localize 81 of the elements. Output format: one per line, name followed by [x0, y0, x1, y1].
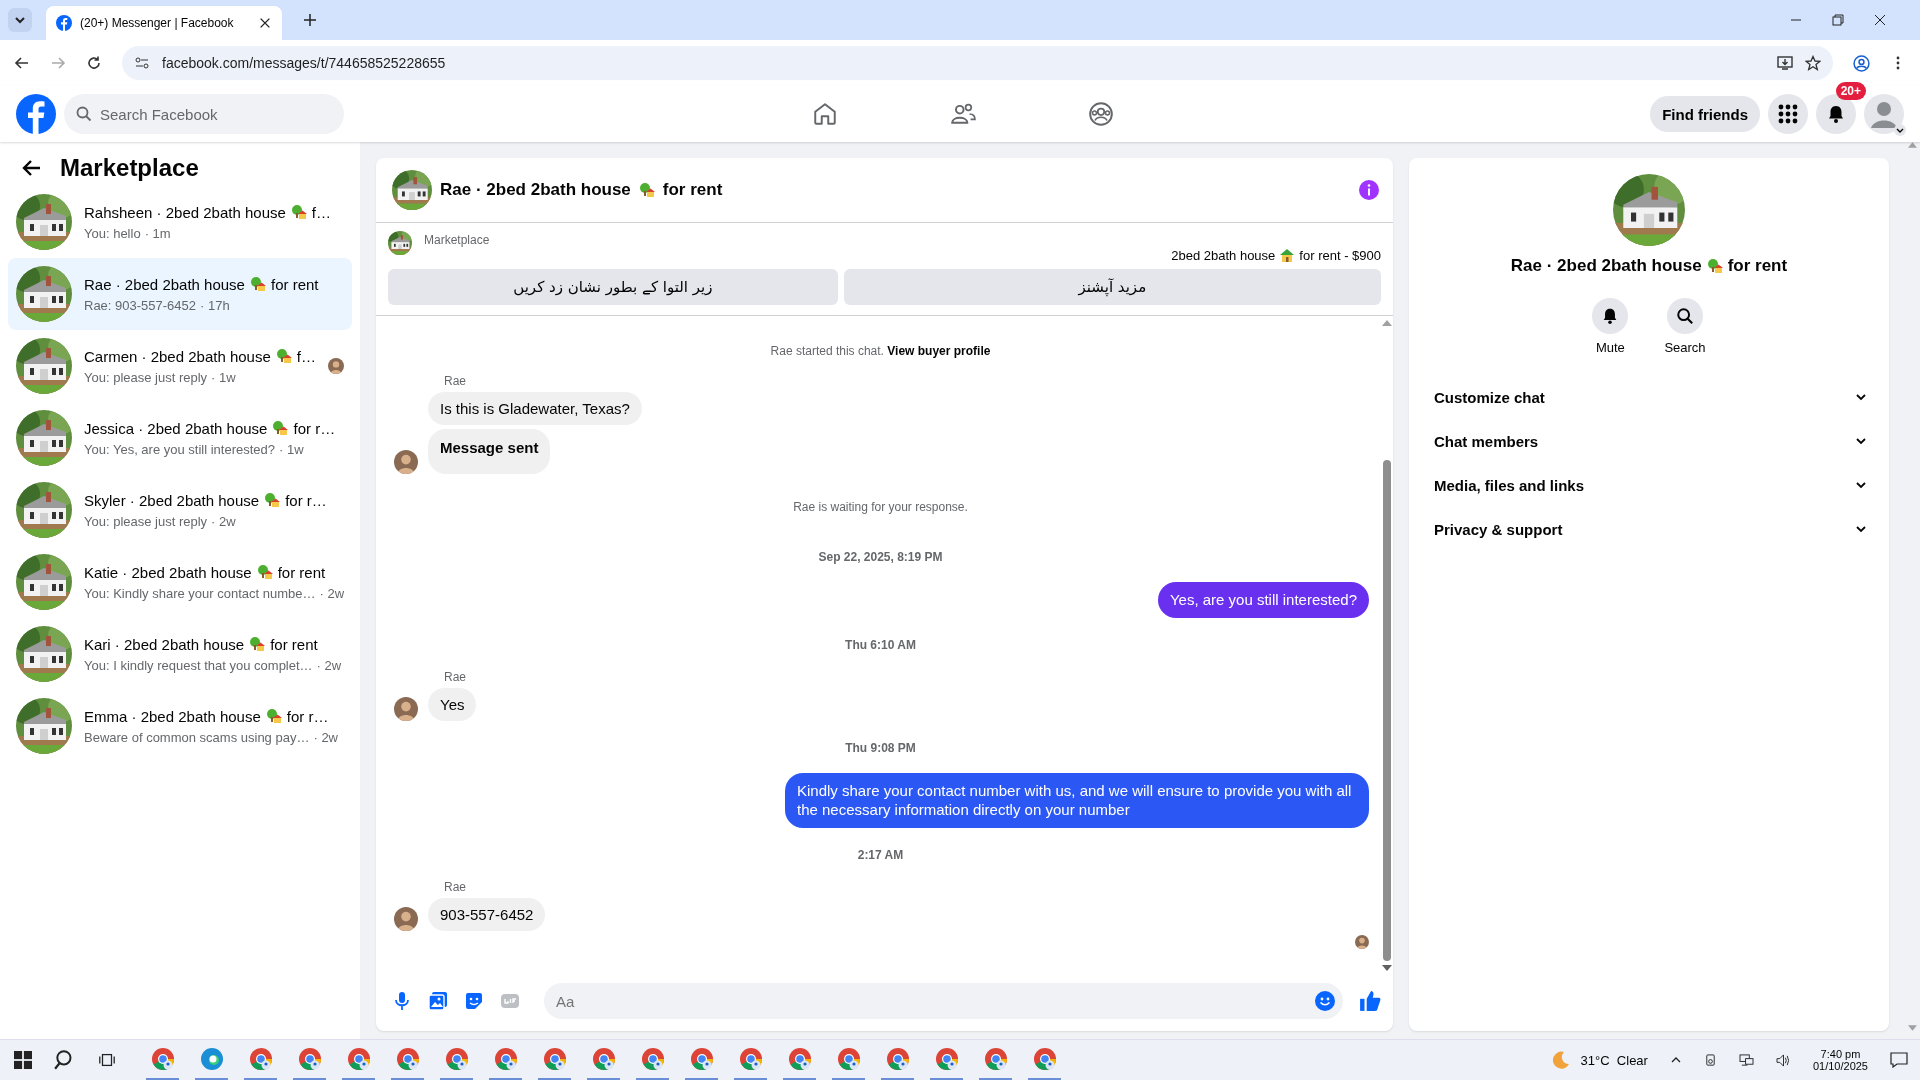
conversation-title: for r… [293, 419, 336, 437]
search-field[interactable]: Search Facebook [64, 94, 344, 134]
message-field[interactable]: Aa [544, 983, 1343, 1019]
listing-price: for rent - $900 [1299, 247, 1381, 263]
conversation-title: f… [296, 347, 316, 365]
message-bubble: Message sent [428, 429, 551, 474]
message-preview: Rae: 903-557-6452 [84, 297, 197, 313]
clock-date[interactable]: 01/10/2025 [1812, 1060, 1868, 1072]
clock-time[interactable]: 7:40 pm [1820, 1048, 1861, 1060]
browser-tab[interactable]: (20+) Messenger | Facebook [46, 6, 282, 40]
listing-action-button[interactable]: زیر التوا کے بطور نشان زد کریں [388, 269, 838, 305]
message-preview: You: Yes, are you still interested? [84, 441, 276, 457]
conversation-title: Katie · 2bed 2bath house [84, 563, 252, 581]
timestamp: Thu 9:08 PM [844, 740, 917, 755]
timestamp: 2:17 AM [856, 847, 905, 862]
message-time: · 2w [319, 585, 345, 601]
conversation-item[interactable]: Katie · 2bed 2bath house for rent You: Kindly share your contact numbe… · 2w [8, 546, 352, 618]
message-preview: Beware of common scams using pay… [84, 729, 310, 745]
message-preview: You: I kindly request that you complet… [84, 657, 313, 673]
message-bubble: 903-557-6452 [428, 897, 546, 931]
conversation-title: for rent [277, 563, 326, 581]
chat-title: Rae · 2bed 2bath house [1510, 256, 1702, 276]
message-preview: You: please just reply [84, 513, 208, 529]
address-bar[interactable]: facebook.com/messages/t/744658525228655 [122, 46, 1833, 80]
conversation-title: Carmen · 2bed 2bath house [84, 347, 271, 365]
weather-text[interactable]: 31°C Clear [1580, 1052, 1648, 1068]
sender-name: Rae [444, 669, 467, 684]
message-time: · 2w [316, 657, 342, 673]
conversation-item[interactable]: Rae · 2bed 2bath house for rent Rae: 903-557-6452 · 17h [8, 258, 352, 330]
section-row[interactable]: Privacy & support [1425, 507, 1867, 551]
section-row[interactable]: Customize chat [1425, 375, 1867, 419]
message-time: · 1w [279, 441, 304, 457]
chat-title: for rent [1727, 256, 1788, 276]
conversation-title: f… [311, 203, 331, 221]
conversation-item[interactable]: Emma · 2bed 2bath house for r… Beware of common scams using pay… · 2w [8, 690, 352, 762]
action-label: Search [1664, 340, 1706, 355]
chat-start-note: Rae started this chat. View buyer profile [769, 344, 992, 358]
conversation-title: for r… [286, 707, 329, 725]
listing-action-button[interactable]: مزید آپشنز [843, 269, 1381, 305]
sender-name: Rae [444, 374, 467, 388]
conversation-item[interactable]: Kari · 2bed 2bath house for rent You: I kindly request that you complet… · 2w [8, 618, 352, 690]
message-bubble: Yes, are you still interested? [1157, 582, 1369, 618]
conversation-title: for r… [285, 491, 327, 509]
conversation-title: Kari · 2bed 2bath house [84, 635, 245, 653]
conversation-item[interactable]: Rahsheen · 2bed 2bath house f… You: hello · 1m [8, 186, 352, 258]
message-preview: You: Kindly share your contact numbe… [84, 585, 316, 601]
message-bubble: Kindly share your contact number with us, and we will ensure to provide you with all the necessary information directly on your number [785, 772, 1369, 828]
conversation-title: Jessica · 2bed 2bath house [84, 419, 268, 437]
conversation-item[interactable]: Jessica · 2bed 2bath house for r… You: Yes, are you still interested? · 1w [8, 402, 352, 474]
find-friends-button[interactable]: Find friends [1650, 96, 1760, 132]
conversation-title: Skyler · 2bed 2bath house [84, 491, 260, 509]
conversation-item[interactable]: Carmen · 2bed 2bath house f… You: please just reply · 1w [8, 330, 352, 402]
listing-title: 2bed 2bath house [1171, 247, 1276, 263]
conversation-item[interactable]: Skyler · 2bed 2bath house for r… You: please just reply · 2w [8, 474, 352, 546]
message-time: · 17h [200, 297, 230, 313]
message-preview: You: hello [84, 225, 141, 241]
notification-badge: 20+ [1835, 82, 1866, 100]
action-label: Mute [1595, 340, 1625, 355]
message-bubble: Yes [428, 687, 477, 721]
chat-title: for rent [662, 180, 723, 200]
conversation-title: for rent [270, 635, 318, 653]
message-time: · 2w [211, 513, 236, 529]
message-time: · 2w [313, 729, 338, 745]
sender-name: Rae [444, 879, 467, 894]
chat-title: Rae · 2bed 2bath house [440, 180, 631, 200]
timestamp: Sep 22, 2025, 8:19 PM [817, 550, 944, 564]
conversation-title: for rent [270, 275, 319, 293]
conversation-title: Rae · 2bed 2bath house [84, 275, 245, 293]
message-time: · 1m [144, 225, 171, 241]
message-time: · 1w [211, 369, 236, 385]
conversation-title: Rahsheen · 2bed 2bath house [84, 203, 286, 221]
waiting-note: Rae is waiting for your response. [792, 500, 969, 514]
listing-label: Marketplace [424, 233, 490, 247]
timestamp: Thu 6:10 AM [844, 637, 917, 652]
message-preview: You: please just reply [84, 369, 208, 385]
view-buyer-profile-link[interactable]: View buyer profile [887, 344, 991, 358]
sidebar-title: Marketplace [60, 154, 199, 182]
section-row[interactable]: Chat members [1425, 419, 1867, 463]
conversation-title: Emma · 2bed 2bath house [84, 707, 261, 725]
message-bubble: Is this is Gladewater, Texas? [428, 392, 642, 425]
section-row[interactable]: Media, files and links [1425, 463, 1867, 507]
